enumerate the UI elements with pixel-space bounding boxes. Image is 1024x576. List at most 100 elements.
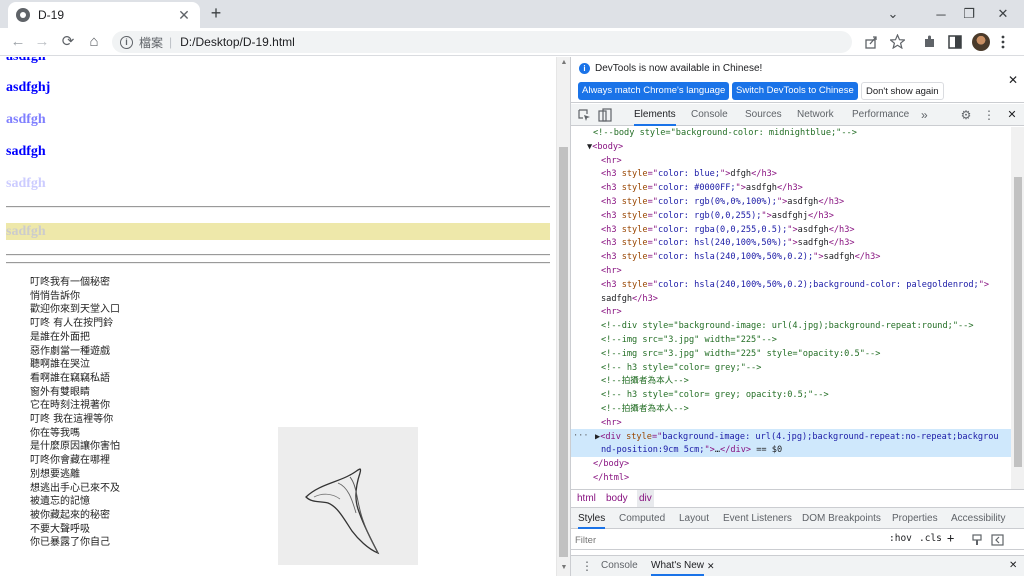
switch-to-chinese-button[interactable]: Switch DevTools to Chinese (732, 82, 858, 100)
node-ellipsis[interactable]: ··· (573, 430, 589, 444)
elements-dom-tree[interactable]: ··· <!--body style="background-color: mi… (571, 127, 1011, 489)
styles-filter-input[interactable] (575, 532, 875, 548)
poem-line: 它在時刻注視著你 (30, 400, 110, 412)
tab-console[interactable]: Console (691, 104, 728, 126)
banner-close-icon[interactable]: ✕ (1008, 73, 1018, 87)
elements-scrollbar[interactable] (1011, 127, 1024, 489)
elements-scroll-thumb[interactable] (1014, 177, 1022, 467)
code-token: sadfgh (601, 293, 633, 304)
dom-tree-line[interactable]: <hr> (601, 306, 622, 320)
dont-show-again-button[interactable]: Don't show again (861, 82, 944, 100)
breadcrumb-html[interactable]: html (575, 490, 598, 507)
chrome-menu-icon[interactable] (1000, 35, 1006, 49)
device-toolbar-icon[interactable] (598, 108, 612, 122)
scroll-down-arrow-icon[interactable]: ▼ (557, 564, 571, 571)
horizontal-rule (6, 206, 550, 208)
settings-gear-icon[interactable]: ⚙ (959, 108, 973, 122)
dom-tree-line[interactable]: sadfgh</h3> (601, 293, 658, 307)
dom-tree-line[interactable]: <!--img src="3.jpg" width="225" style="o… (601, 348, 880, 362)
tab-search-button[interactable]: ⌄ (870, 0, 916, 28)
dom-tree-line[interactable]: <!--拍攝者為本人--> (601, 375, 689, 389)
info-icon[interactable]: i (120, 35, 133, 49)
paint-brush-icon[interactable] (971, 534, 983, 546)
code-token: color: hsl(240,100%,50%); (657, 238, 788, 249)
close-devtools-icon[interactable]: ✕ (1005, 108, 1019, 122)
dom-tree-line[interactable]: </body> (593, 458, 629, 472)
reload-button[interactable]: ⟳ (58, 32, 78, 52)
more-tabs-icon[interactable]: » (921, 104, 928, 126)
dom-tree-line[interactable]: <h3 style="color: hsla(240,100%,50%,0.2)… (601, 279, 989, 293)
dom-tree-line[interactable]: <hr> (601, 417, 622, 431)
class-toggle[interactable]: .cls (919, 533, 942, 544)
url-text[interactable]: D:/Desktop/D-19.html (180, 35, 295, 49)
tab-styles[interactable]: Styles (578, 508, 606, 529)
tab-close-icon[interactable]: ✕ (176, 7, 192, 24)
code-token: asdfghj (771, 210, 808, 221)
dom-tree-line[interactable]: <hr> (601, 155, 622, 169)
code-token: </h3> (776, 183, 803, 194)
tab-dom-breakpoints[interactable]: DOM Breakpoints (802, 508, 881, 529)
new-tab-button[interactable]: + (206, 4, 226, 24)
close-window-button[interactable]: ✕ (980, 0, 1024, 28)
tab-layout[interactable]: Layout (679, 508, 709, 529)
dom-tree-line[interactable]: <!--img src="3.jpg" width="225"--> (601, 334, 777, 348)
dom-tree-line[interactable]: <h3 style="color: hsl(240,100%,50%);">sa… (601, 237, 855, 251)
home-button[interactable]: ⌂ (84, 32, 104, 52)
address-bar[interactable]: i 檔案 | D:/Desktop/D-19.html (112, 31, 852, 53)
dom-tree-line[interactable]: <h3 style="color: rgb(0,0,255);">asdfghj… (601, 210, 834, 224)
whats-new-close-icon[interactable]: ✕ (707, 556, 715, 576)
dom-tree-line[interactable]: ▶<div style="background-image: url(4.jpg… (595, 431, 999, 445)
tab-network[interactable]: Network (797, 104, 834, 126)
code-token: =" (647, 252, 658, 263)
dom-tree-line[interactable]: ▼<body> (587, 141, 623, 155)
dom-tree-line[interactable]: nd-position:9cm 5cm;">…</div> == $0 (601, 444, 782, 458)
page-scrollbar[interactable]: ▲ ▼ (556, 57, 570, 576)
horizontal-rule (6, 254, 550, 256)
drawer-tab-whats-new[interactable]: What's New (651, 556, 705, 576)
new-style-rule-button[interactable]: + (947, 531, 954, 545)
tab-d19[interactable]: D-19 ✕ (8, 2, 200, 28)
drawer-close-icon[interactable]: ✕ (1009, 556, 1017, 576)
dom-tree-line[interactable]: <h3 style="color: hsla(240,100%,50%,0.2)… (601, 251, 880, 265)
side-panel-icon[interactable] (948, 35, 962, 49)
dom-tree-line[interactable]: <hr> (601, 265, 622, 279)
inspect-element-icon[interactable] (577, 108, 591, 122)
tab-elements[interactable]: Elements (634, 104, 676, 126)
scroll-up-arrow-icon[interactable]: ▲ (557, 59, 571, 66)
tab-computed[interactable]: Computed (619, 508, 665, 529)
page-scroll-thumb[interactable] (559, 147, 568, 557)
always-match-language-button[interactable]: Always match Chrome's language (578, 82, 730, 100)
code-token: </h3> (854, 252, 881, 263)
devtools-menu-icon[interactable]: ⋮ (982, 108, 996, 122)
tab-event-listeners[interactable]: Event Listeners (723, 508, 792, 529)
extensions-icon[interactable] (922, 34, 937, 49)
dom-tree-line[interactable]: <!--div style="background-image: url(4.j… (601, 320, 974, 334)
share-icon[interactable] (864, 35, 878, 49)
dom-tree-line[interactable]: <!--body style="background-color: midnig… (593, 127, 857, 141)
profile-avatar[interactable] (972, 33, 990, 51)
dom-tree-line[interactable]: <!-- h3 style="color= grey;"--> (601, 362, 761, 376)
dom-tree-line[interactable]: <!-- h3 style="color= grey; opacity:0.5;… (601, 389, 829, 403)
code-token: <hr> (601, 155, 622, 166)
code-token: <hr> (601, 417, 622, 428)
breadcrumb-body[interactable]: body (604, 490, 630, 507)
tab-performance[interactable]: Performance (852, 104, 909, 126)
drawer-tab-console[interactable]: Console (601, 556, 638, 576)
dom-tree-line[interactable]: </html> (593, 472, 629, 486)
forward-button[interactable]: → (32, 32, 52, 52)
tab-accessibility[interactable]: Accessibility (951, 508, 1005, 529)
dom-tree-line[interactable]: <!--拍攝者為本人--> (601, 403, 689, 417)
dom-tree-line[interactable]: <h3 style="color: rgb(0%,0%,100%);">asdf… (601, 196, 844, 210)
bookmark-star-icon[interactable] (890, 34, 905, 49)
dom-tree-line[interactable]: <h3 style="color: #0000FF;">asdfgh</h3> (601, 182, 803, 196)
dom-tree-line[interactable]: <h3 style="color: blue;">dfgh</h3> (601, 168, 777, 182)
computed-sidebar-icon[interactable] (991, 534, 1004, 546)
tab-sources[interactable]: Sources (745, 104, 782, 126)
back-button[interactable]: ← (8, 32, 28, 52)
dom-tree-line[interactable]: <h3 style="color: rgba(0,0,255,0.5);">as… (601, 224, 855, 238)
code-token: <div (600, 431, 627, 442)
breadcrumb-div[interactable]: div (637, 490, 654, 507)
hover-state-toggle[interactable]: :hov (889, 533, 912, 544)
drawer-menu-icon[interactable]: ⋮ (581, 556, 593, 576)
tab-properties[interactable]: Properties (892, 508, 938, 529)
